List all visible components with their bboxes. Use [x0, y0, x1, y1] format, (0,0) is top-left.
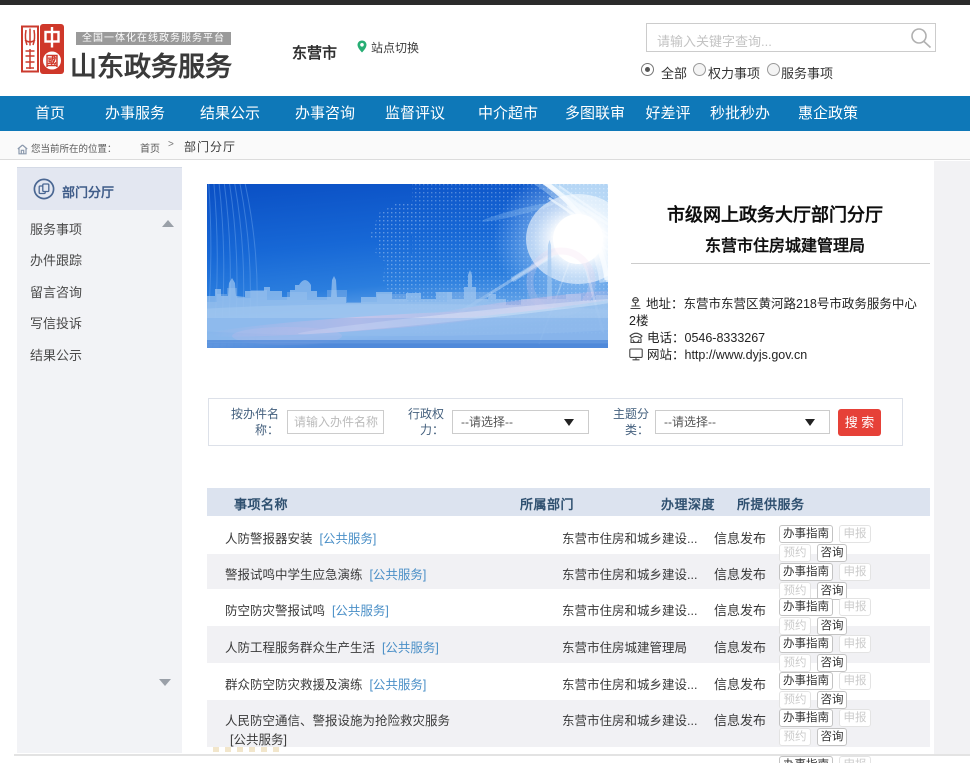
- svg-text:國: 國: [45, 54, 58, 69]
